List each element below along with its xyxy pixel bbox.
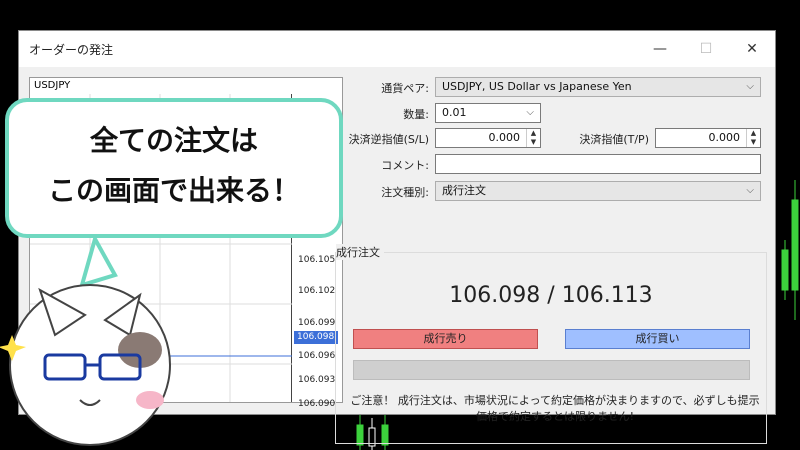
sl-value: 0.000 bbox=[488, 131, 521, 144]
sl-input[interactable]: 0.000 ▲ ▼ bbox=[435, 128, 541, 148]
ask-price: 106.113 bbox=[561, 283, 653, 308]
volume-value: 0.01 bbox=[442, 106, 467, 119]
volume-label: 数量: bbox=[403, 108, 429, 121]
sell-by-market-button[interactable]: 成行売り bbox=[353, 329, 538, 349]
price-tick: 106.093 bbox=[298, 375, 336, 385]
symbol-label: 通貨ペア: bbox=[381, 82, 429, 95]
price-tick: 106.102 bbox=[298, 286, 336, 296]
sl-spinner[interactable]: ▲ ▼ bbox=[526, 129, 540, 147]
price-tick: 106.090 bbox=[298, 399, 336, 409]
buy-by-market-button[interactable]: 成行買い bbox=[565, 329, 750, 349]
tp-input[interactable]: 0.000 ▲ ▼ bbox=[655, 128, 761, 148]
bubble-line: 全ての注文は bbox=[89, 124, 258, 157]
symbol-value: USDJPY, US Dollar vs Japanese Yen bbox=[442, 80, 632, 93]
market-execution-panel: 成行注文 106.098 / 106.113 成行売り 成行買い ご注意！ 成行… bbox=[335, 244, 767, 444]
price-tick: 106.099 bbox=[298, 318, 336, 328]
order-type-label: 注文種別: bbox=[381, 186, 429, 199]
window-title: オーダーの発注 bbox=[29, 42, 114, 57]
price-display: 106.098 / 106.113 bbox=[336, 283, 766, 308]
tp-spinner[interactable]: ▲ ▼ bbox=[746, 129, 760, 147]
chart-symbol: USDJPY bbox=[34, 80, 71, 91]
tp-value: 0.000 bbox=[708, 131, 741, 144]
market-note: ご注意！ 成行注文は、市場状況によって約定価格が決まりますので、必ずしも提示 価… bbox=[346, 393, 764, 425]
price-separator: / bbox=[547, 283, 555, 308]
bid-price: 106.098 bbox=[449, 283, 541, 308]
chevron-down-icon: ⌵ bbox=[526, 107, 534, 118]
section-title: 成行注文 bbox=[336, 244, 384, 260]
bubble-text: 全ての注文は この画面で出来る！ bbox=[9, 116, 339, 216]
chevron-down-icon: ⌵ bbox=[746, 185, 754, 196]
speech-bubble: 全ての注文は この画面で出来る！ bbox=[5, 98, 343, 238]
chevron-down-icon: ⌵ bbox=[746, 81, 754, 92]
symbol-select[interactable]: USDJPY, US Dollar vs Japanese Yen ⌵ bbox=[435, 77, 761, 97]
minimize-icon[interactable]: — bbox=[637, 31, 683, 67]
volume-combo[interactable]: 0.01 ⌵ bbox=[435, 103, 541, 123]
note-line: ご注意！ 成行注文は、市場状況によって約定価格が決まりますので、必ずしも提示 bbox=[350, 394, 760, 407]
order-type-value: 成行注文 bbox=[442, 184, 486, 197]
cat-mascot-illustration bbox=[0, 235, 171, 446]
current-price-marker: 106.098 bbox=[294, 331, 338, 344]
comment-input[interactable] bbox=[435, 154, 761, 174]
order-type-select[interactable]: 成行注文 ⌵ bbox=[435, 181, 761, 201]
tp-label: 決済指値(T/P) bbox=[579, 133, 649, 146]
sl-label: 決済逆指値(S/L) bbox=[348, 133, 429, 146]
progress-bar bbox=[353, 360, 750, 380]
note-line: 価格で約定するとは限りません! bbox=[475, 410, 635, 423]
title-bar: オーダーの発注 — ☐ ✕ bbox=[19, 31, 775, 67]
comment-label: コメント: bbox=[381, 159, 429, 172]
price-tick: 106.096 bbox=[298, 351, 336, 361]
close-icon[interactable]: ✕ bbox=[729, 31, 775, 67]
price-tick: 106.105 bbox=[298, 255, 336, 265]
bubble-line: この画面で出来る！ bbox=[47, 174, 300, 207]
maximize-icon[interactable]: ☐ bbox=[683, 31, 729, 67]
